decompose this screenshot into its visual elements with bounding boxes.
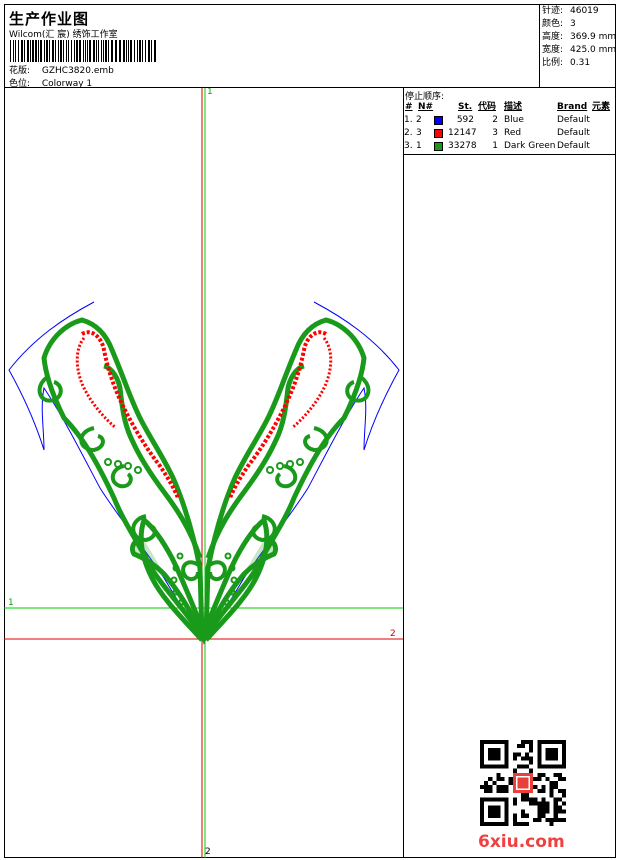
header-panel: 生产作业图 Wilcom(汇 宸) 绣饰工作室 花版: GZHC3820.emb… <box>4 4 540 89</box>
col-index: # <box>405 102 413 112</box>
design-file-row: 花版: GZHC3820.emb <box>9 63 114 76</box>
embroidery-left-half <box>8 301 205 645</box>
page-title: 生产作业图 <box>9 10 90 28</box>
axis-label-top: 1 <box>207 88 213 97</box>
design-file-value: GZHC3820.emb <box>41 66 114 76</box>
design-preview: 1 1 2 2 <box>4 88 404 858</box>
col-element: 元素 <box>592 102 611 112</box>
stat-colors: 颜色: 3 <box>542 19 576 29</box>
stop-row: 1. 2 592 2 Blue Default <box>404 115 590 125</box>
stat-width: 宽度: 425.0 mm <box>542 45 617 55</box>
color-swatch-green <box>434 142 443 151</box>
stat-height: 高度: 369.9 mm <box>542 32 617 42</box>
col-brand: Brand <box>557 102 588 112</box>
stop-sequence-divider <box>404 154 616 155</box>
company-name: Wilcom(汇 宸) 绣饰工作室 <box>9 30 118 40</box>
stats-panel: 针迹: 46019 颜色: 3 高度: 369.9 mm 宽度: 425.0 mm 比例… <box>540 4 616 88</box>
stat-stitches: 针迹: 46019 <box>542 6 599 16</box>
embroidery-canvas <box>4 88 403 858</box>
col-code: 代码 <box>478 102 497 112</box>
color-swatch-blue <box>434 116 443 125</box>
axis-label-left: 1 <box>8 598 14 608</box>
stop-row: 3. 1 33278 1 Dark Green Default <box>404 141 590 151</box>
barcode <box>10 40 156 62</box>
col-needle: N# <box>418 102 434 112</box>
stop-row: 2. 3 12147 3 Red Default <box>404 128 590 138</box>
stat-scale: 比例: 0.31 <box>542 58 591 68</box>
color-swatch-red <box>434 129 443 138</box>
stop-sequence-header: # N# St. 代码 描述 Brand 元素 <box>404 101 616 114</box>
axis-label-right: 2 <box>390 629 396 639</box>
watermark: 6xiu.com <box>478 832 565 852</box>
embroidery-right-half <box>206 302 399 640</box>
design-file-label: 花版: <box>9 66 31 76</box>
axis-label-bottom: 2 <box>205 847 211 857</box>
col-stitches: St. <box>458 102 473 112</box>
qr-center-logo <box>512 772 534 794</box>
qr-code <box>480 740 566 826</box>
col-description: 描述 <box>504 102 523 112</box>
